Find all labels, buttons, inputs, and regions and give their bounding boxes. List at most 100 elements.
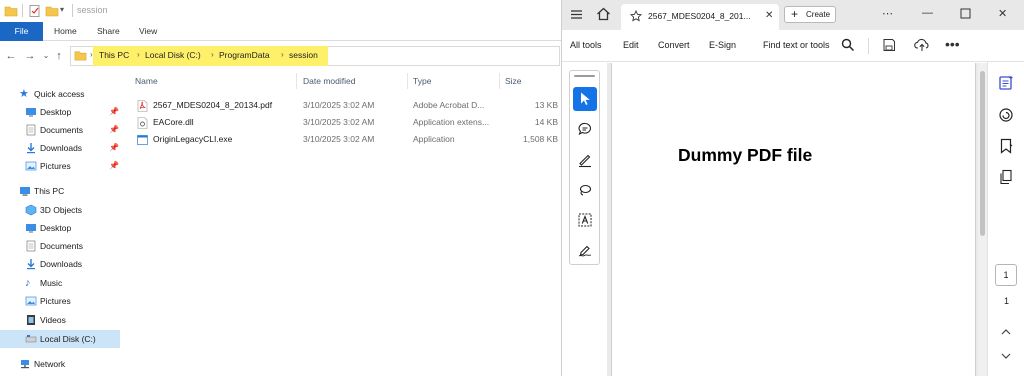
create-button[interactable]: + Create <box>784 6 836 23</box>
file-row[interactable]: OriginLegacyCLI.exe 3/10/2025 3:02 AM Ap… <box>134 131 559 148</box>
home-icon[interactable] <box>596 7 611 21</box>
comment-tool[interactable] <box>573 117 597 141</box>
column-divider[interactable] <box>296 73 297 89</box>
pages-thumbnails-icon[interactable] <box>997 168 1015 186</box>
properties-icon[interactable] <box>28 4 42 18</box>
menu-esign[interactable]: E-Sign <box>709 40 736 50</box>
breadcrumb-programdata[interactable]: ProgramData <box>219 50 270 60</box>
ai-assistant-icon[interactable] <box>997 74 1015 92</box>
navigation-pane: ★ Quick access Desktop 📌 Documents 📌 Dow… <box>0 75 122 376</box>
upload-cloud-icon[interactable] <box>914 37 930 52</box>
desktop-icon <box>25 106 37 118</box>
tab-share[interactable]: Share <box>97 22 120 41</box>
tab-home[interactable]: Home <box>54 22 77 41</box>
breadcrumb-local-disk[interactable]: Local Disk (C:) <box>145 50 201 60</box>
pin-icon[interactable]: 📌 <box>109 107 119 116</box>
drag-handle[interactable] <box>574 75 595 77</box>
menu-convert[interactable]: Convert <box>658 40 690 50</box>
comments-panel-icon[interactable] <box>997 106 1015 124</box>
chevron-down-icon[interactable] <box>999 350 1013 362</box>
dll-file-icon <box>137 117 148 129</box>
pin-icon[interactable]: 📌 <box>109 143 119 152</box>
nav-label: Music <box>40 278 63 288</box>
nav-item-downloads-pc[interactable]: Downloads <box>0 255 120 273</box>
sign-tool[interactable] <box>573 238 597 262</box>
nav-network[interactable]: Network <box>0 355 120 373</box>
more-options-icon[interactable]: ⋯ <box>882 7 893 20</box>
file-size: 14 KB <box>534 117 558 127</box>
nav-item-documents-pc[interactable]: Documents <box>0 237 120 255</box>
column-header-type[interactable]: Type <box>413 76 431 86</box>
menu-all-tools[interactable]: All tools <box>570 40 602 50</box>
tab-file[interactable]: File <box>0 22 43 41</box>
breadcrumb-session[interactable]: session <box>289 50 318 60</box>
acrobat-toolbar: All tools Edit Convert E-Sign Find text … <box>562 30 1024 62</box>
up-arrow-icon[interactable]: ↑ <box>53 50 65 62</box>
draw-tool[interactable] <box>573 178 597 202</box>
nav-quick-access[interactable]: ★ Quick access <box>0 85 120 103</box>
column-header-date[interactable]: Date modified <box>303 76 355 86</box>
nav-this-pc[interactable]: This PC <box>0 182 120 200</box>
maximize-icon[interactable] <box>960 8 971 19</box>
tab-view[interactable]: View <box>139 22 157 41</box>
column-divider[interactable] <box>499 73 500 89</box>
highlight-tool[interactable] <box>573 148 597 172</box>
nav-item-videos[interactable]: Videos <box>0 311 120 329</box>
recent-locations-chevron-icon[interactable]: ⌄ <box>40 50 52 62</box>
comment-icon <box>577 121 593 137</box>
pin-icon[interactable]: 📌 <box>109 161 119 170</box>
nav-item-documents[interactable]: Documents 📌 <box>0 121 120 139</box>
file-row[interactable]: EACore.dll 3/10/2025 3:02 AM Application… <box>134 114 559 131</box>
file-date: 3/10/2025 3:02 AM <box>303 100 375 110</box>
file-row[interactable]: 2567_MDES0204_8_20134.pdf 3/10/2025 3:02… <box>134 97 559 114</box>
nav-item-desktop[interactable]: Desktop 📌 <box>0 103 120 121</box>
select-tool[interactable] <box>573 87 597 111</box>
more-tools-icon[interactable]: ••• <box>945 36 960 52</box>
document-tab[interactable]: 2567_MDES0204_8_201... ✕ <box>621 4 779 30</box>
star-icon[interactable] <box>630 10 642 22</box>
page-number-input[interactable]: 1 <box>995 264 1017 286</box>
chevron-right-icon[interactable]: › <box>281 50 284 59</box>
nav-item-downloads[interactable]: Downloads 📌 <box>0 139 120 157</box>
chevron-right-icon[interactable]: › <box>211 50 214 59</box>
sign-pen-icon <box>577 242 593 258</box>
nav-item-3d-objects[interactable]: 3D Objects <box>0 201 120 219</box>
find-text-or-tools[interactable]: Find text or tools <box>763 40 830 50</box>
close-icon[interactable]: ✕ <box>765 10 773 21</box>
document-heading: Dummy PDF file <box>678 145 813 165</box>
quick-tools-panel <box>569 70 600 265</box>
column-divider[interactable] <box>407 73 408 89</box>
column-header-size[interactable]: Size <box>505 76 522 86</box>
nav-item-desktop-pc[interactable]: Desktop <box>0 219 120 237</box>
file-size: 13 KB <box>534 100 558 110</box>
select-icon <box>578 91 592 106</box>
minimize-icon[interactable]: — <box>922 7 933 19</box>
nav-label: Desktop <box>40 107 72 117</box>
pin-icon[interactable]: 📌 <box>109 125 119 134</box>
document-viewport[interactable]: Dummy PDF file <box>607 63 987 376</box>
close-window-icon[interactable]: ✕ <box>998 7 1007 20</box>
hamburger-menu-icon[interactable] <box>570 8 583 21</box>
computer-icon <box>19 185 31 197</box>
menu-edit[interactable]: Edit <box>623 40 639 50</box>
search-icon[interactable] <box>841 38 855 52</box>
nav-item-pictures[interactable]: Pictures 📌 <box>0 157 120 175</box>
text-tool[interactable] <box>573 208 597 232</box>
breadcrumb-this-pc[interactable]: This PC <box>99 50 129 60</box>
bookmark-icon[interactable] <box>997 137 1015 155</box>
back-arrow-icon[interactable]: ← <box>5 50 17 62</box>
scrollbar-thumb[interactable] <box>980 71 985 236</box>
vertical-scrollbar[interactable] <box>978 63 987 376</box>
column-header-name[interactable]: Name <box>135 76 158 86</box>
save-icon[interactable] <box>882 38 896 52</box>
nav-item-music[interactable]: ♪ Music <box>0 274 120 292</box>
new-folder-icon[interactable] <box>45 4 59 18</box>
nav-label: Documents <box>40 241 83 251</box>
nav-item-pictures-pc[interactable]: Pictures <box>0 292 120 310</box>
desktop-icon <box>25 222 37 234</box>
chevron-right-icon[interactable]: › <box>137 50 140 59</box>
nav-item-local-disk[interactable]: Local Disk (C:) <box>0 330 120 348</box>
chevron-up-icon[interactable] <box>999 326 1013 338</box>
forward-arrow-icon[interactable]: → <box>24 50 36 62</box>
pdf-page[interactable]: Dummy PDF file <box>611 63 976 376</box>
